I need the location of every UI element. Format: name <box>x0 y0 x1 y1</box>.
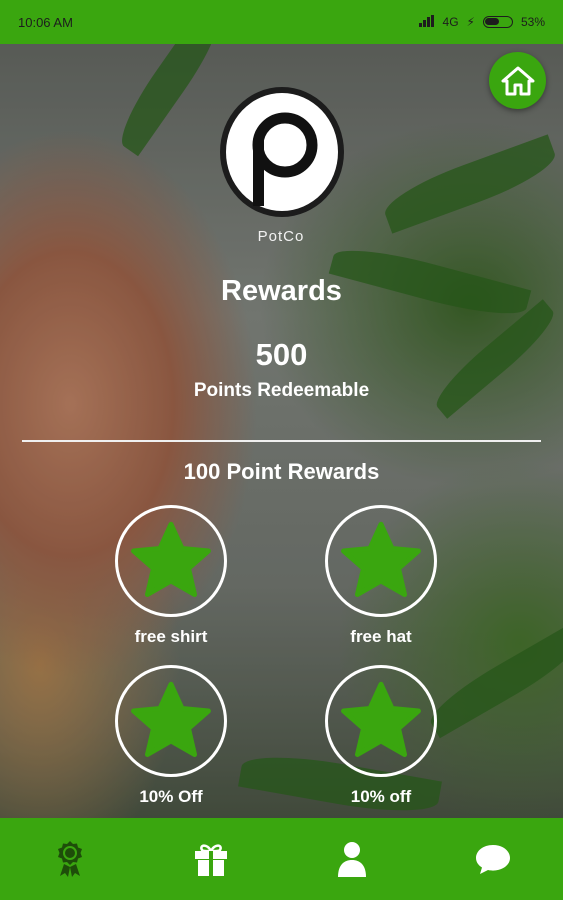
chat-bubble-icon <box>475 845 510 874</box>
nav-profile[interactable] <box>322 829 382 889</box>
charging-icon: ⚡ <box>466 15 475 29</box>
reward-circle[interactable] <box>325 505 437 617</box>
reward-item-free-hat[interactable]: free hat <box>306 505 456 647</box>
gift-icon <box>195 844 228 876</box>
star-icon <box>131 521 211 598</box>
status-bar: 10:06 AM 4G ⚡ 53% <box>0 0 563 44</box>
rewards-section-title: 100 Point Rewards <box>183 459 380 484</box>
reward-item-10-off[interactable]: 10% Off <box>96 665 246 807</box>
nav-rewards[interactable] <box>40 829 100 889</box>
reward-circle[interactable] <box>325 665 437 777</box>
award-ribbon-icon <box>58 841 83 877</box>
nav-gifts[interactable] <box>181 829 241 889</box>
reward-label: 10% off <box>350 787 412 806</box>
brand-logo <box>217 85 347 220</box>
star-icon <box>131 681 211 758</box>
star-icon <box>341 521 421 598</box>
home-button[interactable] <box>489 52 546 109</box>
points-balance: 500 <box>255 337 308 372</box>
reward-circle[interactable] <box>115 505 227 617</box>
star-icon <box>341 681 421 758</box>
divider <box>22 440 541 442</box>
home-icon <box>501 66 534 95</box>
reward-circle[interactable] <box>115 665 227 777</box>
reward-item-free-shirt[interactable]: free shirt <box>96 505 246 647</box>
reward-label: free hat <box>350 627 412 646</box>
nav-chat[interactable] <box>463 829 523 889</box>
page-title: Rewards <box>221 275 342 307</box>
user-icon <box>337 842 366 877</box>
reward-item-10-off-alt[interactable]: 10% off <box>306 665 456 807</box>
points-label: Points Redeemable <box>193 380 370 401</box>
battery-level: 53% <box>520 15 545 29</box>
network-type: 4G <box>442 15 459 29</box>
battery-icon <box>482 16 513 28</box>
status-indicators: 4G ⚡ 53% <box>418 14 545 30</box>
reward-label: 10% Off <box>139 787 203 806</box>
status-time: 10:06 AM <box>18 14 73 30</box>
brand-name: PotCo <box>257 228 305 245</box>
bottom-nav <box>0 818 563 900</box>
signal-icon <box>418 14 435 30</box>
reward-label: free shirt <box>134 627 208 646</box>
